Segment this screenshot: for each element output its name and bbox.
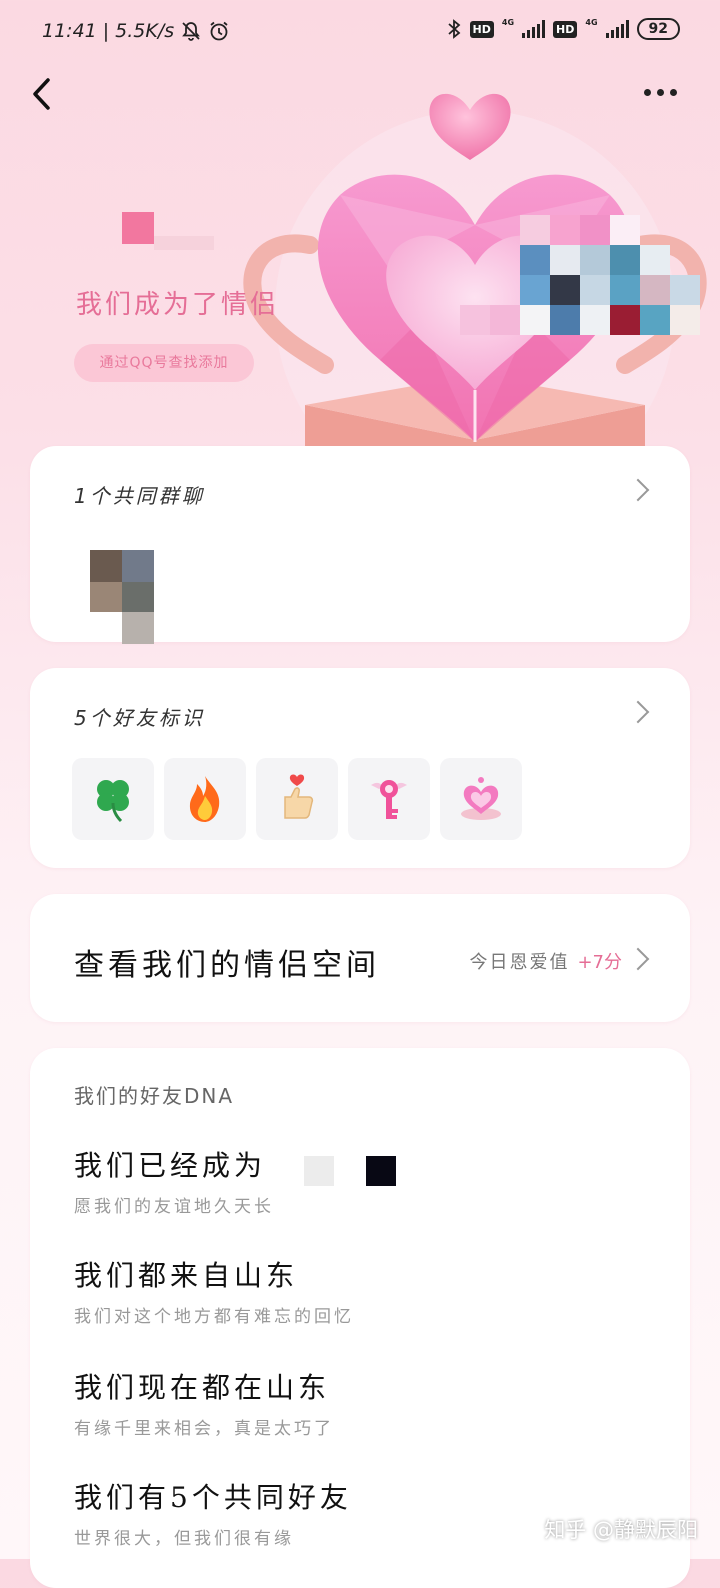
hd-badge-2: HD: [553, 20, 578, 38]
network-type-2: 4G: [585, 18, 598, 27]
tag-key[interactable]: [348, 758, 430, 840]
clock: 11:41: [42, 20, 97, 42]
alarm-icon: [210, 21, 228, 41]
clover-icon: [97, 780, 129, 823]
dna-item: 我们都来自山东 我们对这个地方都有难忘的回忆: [74, 1254, 354, 1327]
chevron-right-icon: [626, 478, 650, 502]
winged-key-icon: [371, 780, 407, 819]
affection-label: 今日恩爱值: [469, 952, 570, 973]
friend-dna-card: 我们的好友DNA 我们已经成为 愿我们的友谊地久天长 我们都来自山东 我们对这个…: [30, 1048, 690, 1588]
flame-icon: [189, 776, 220, 822]
couple-heart-illustration: [243, 93, 707, 460]
network-type-1: 4G: [501, 18, 515, 27]
blurred-relationship-tag-dark: [366, 1156, 396, 1186]
common-groups-header: 1个共同群聊: [74, 484, 205, 508]
dna-item-subtitle: 有缘千里来相会，真是太巧了: [74, 1419, 334, 1439]
common-groups-card[interactable]: 1个共同群聊: [30, 446, 690, 644]
dna-item: 我们有5个共同好友 世界很大，但我们很有缘: [74, 1476, 352, 1549]
hd-badge-1: HD: [469, 20, 494, 38]
watermark: 知乎 @静默辰阳: [544, 1518, 698, 1542]
blurred-name-strip: [154, 236, 214, 250]
relationship-title: 我们成为了情侣: [76, 290, 280, 320]
tag-heart-crown[interactable]: [440, 758, 522, 840]
friend-tags-card[interactable]: 5个好友标识: [30, 668, 690, 868]
back-arrow-icon: [33, 78, 50, 110]
status-bar: 11:41 | 5.5K/s HD 4G HD 4G 92: [0, 0, 720, 66]
divider: |: [102, 20, 110, 42]
blurred-name-block: [122, 212, 154, 244]
tag-flame[interactable]: [164, 758, 246, 840]
dna-item: 我们已经成为 愿我们的友谊地久天长: [74, 1144, 274, 1217]
dna-item-title: 我们已经成为: [74, 1149, 267, 1182]
thumbs-up-heart-icon: [284, 774, 314, 819]
heart-crown-icon: [461, 777, 501, 820]
dna-item-subtitle: 世界很大，但我们很有缘: [74, 1529, 294, 1549]
tag-thumbs-up[interactable]: [256, 758, 338, 840]
mute-bell-icon: [182, 22, 201, 41]
friend-dna-header: 我们的好友DNA: [74, 1084, 235, 1108]
signal-icon-2: [605, 20, 629, 38]
dna-item: 我们现在都在山东 有缘千里来相会，真是太巧了: [74, 1366, 334, 1439]
tag-clover[interactable]: [72, 758, 154, 840]
status-left: 11:41 | 5.5K/s: [42, 20, 230, 42]
dna-item-subtitle: 愿我们的友谊地久天长: [74, 1197, 274, 1217]
friend-tags-header: 5个好友标识: [74, 706, 205, 730]
network-speed: 5.5K/s: [115, 20, 175, 42]
dna-item-subtitle: 我们对这个地方都有难忘的回忆: [74, 1307, 354, 1327]
affection-score: 今日恩爱值 +7分: [469, 948, 622, 974]
chevron-right-icon: [626, 947, 650, 971]
bluetooth-icon: [447, 19, 460, 39]
status-right: HD 4G HD 4G 92: [446, 18, 680, 40]
chevron-right-icon: [626, 700, 650, 724]
dna-item-title: 我们都来自山东: [74, 1259, 299, 1292]
dna-item-title: 我们现在都在山东: [74, 1371, 331, 1404]
blurred-relationship-tag: [304, 1156, 334, 1186]
friend-tags-row: [72, 758, 522, 840]
couple-space-card[interactable]: 查看我们的情侣空间 今日恩爱值 +7分: [30, 894, 690, 1022]
back-button[interactable]: [26, 74, 62, 114]
couple-space-title: 查看我们的情侣空间: [74, 948, 380, 983]
dna-item-title: 我们有5个共同好友: [74, 1481, 352, 1514]
signal-icon-1: [522, 20, 546, 38]
group-avatar-blurred[interactable]: [90, 550, 154, 644]
battery-indicator: 92: [636, 18, 680, 40]
added-via-badge: 通过QQ号查找添加: [74, 344, 254, 382]
affection-value: +7分: [577, 952, 622, 973]
